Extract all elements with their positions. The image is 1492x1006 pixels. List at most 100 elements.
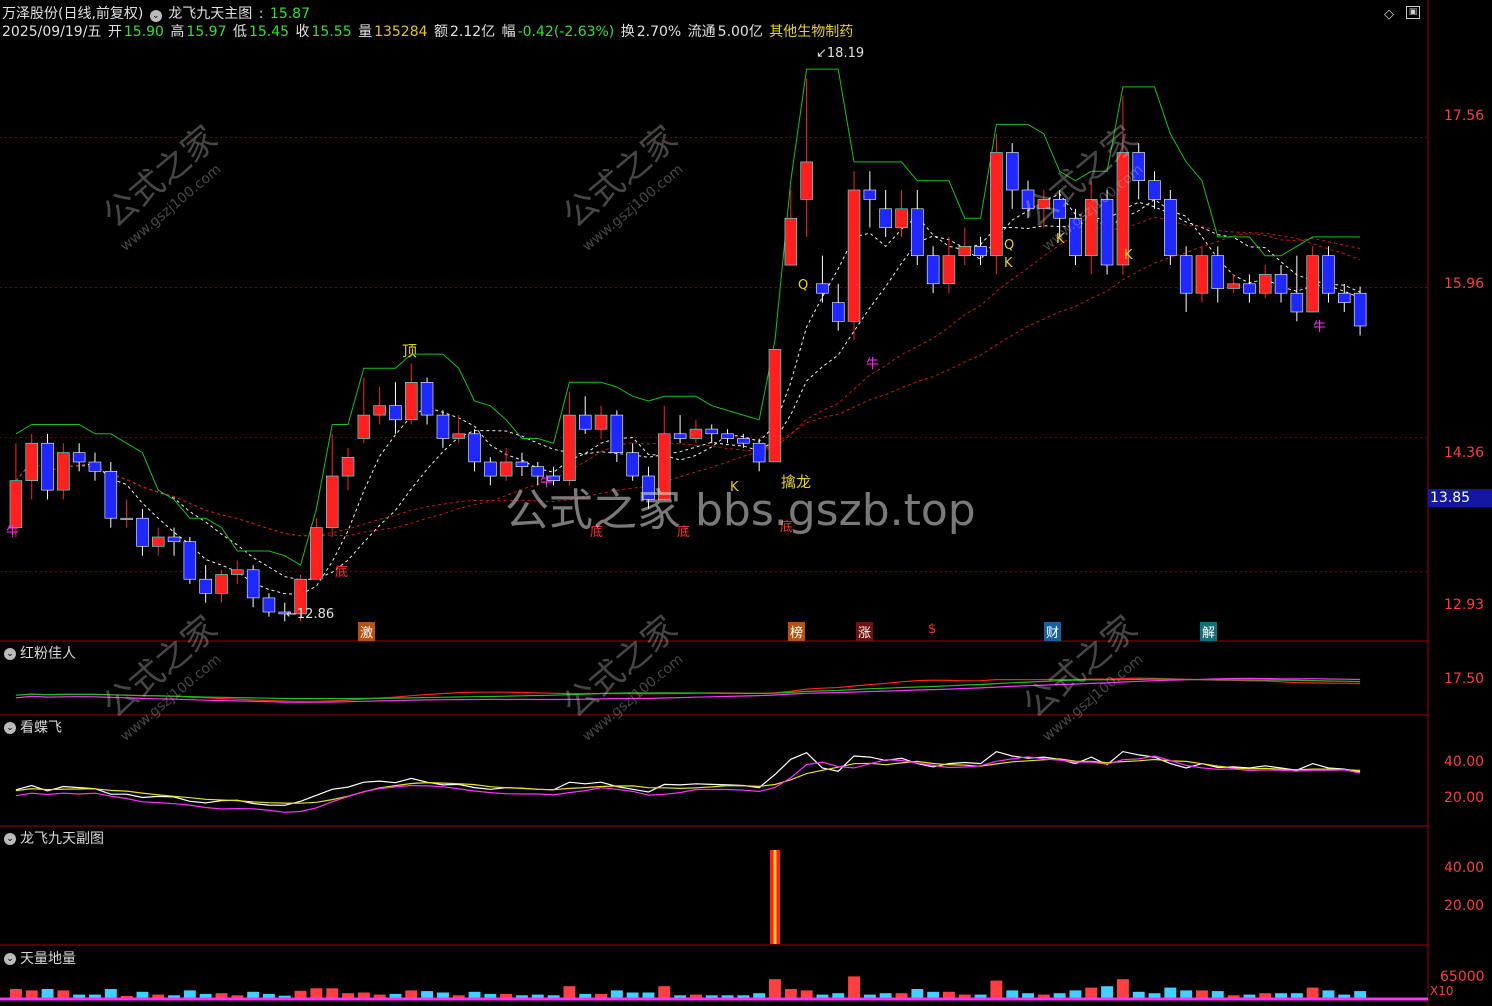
candle-14 (231, 560, 244, 584)
candle-83 (1322, 246, 1335, 303)
volume-label: 量 (358, 24, 373, 40)
window-toggle-icon[interactable]: ▣ (1406, 6, 1420, 19)
volume-bar-53 (848, 976, 860, 1000)
candle-body-74 (1179, 255, 1193, 294)
candle-21 (341, 447, 355, 491)
candle-15 (246, 565, 260, 608)
candle-body-47 (752, 442, 766, 463)
candle-body-29 (468, 433, 481, 463)
candle-body-15 (246, 569, 260, 599)
candle-body-10 (167, 536, 181, 542)
candle-body-58 (926, 255, 940, 285)
candle-16 (262, 593, 276, 617)
candle-body-44 (705, 428, 718, 435)
candle-body-52 (831, 302, 845, 322)
panel-title-2-text: 看蝶飞 (20, 720, 62, 736)
candle-body-61 (974, 246, 987, 257)
candle-78 (1243, 274, 1256, 303)
panel3-y-tick-1: 40.00 (1444, 860, 1485, 876)
candle-body-79 (1259, 274, 1272, 294)
chevron-down-icon[interactable]: ⌄ (4, 953, 16, 965)
candle-body-82 (1306, 255, 1319, 313)
candle-9 (152, 527, 165, 556)
indicator-value: 15.87 (269, 6, 310, 22)
top-signal-label: 顶 (402, 342, 418, 360)
candle-body-43 (689, 428, 703, 439)
candle-body-2 (41, 442, 54, 491)
volume-bar-70 (1117, 979, 1129, 1000)
candle-1 (25, 433, 38, 500)
panel-title-1[interactable]: ⌄ 红粉佳人 (4, 643, 76, 663)
candle-8 (136, 508, 149, 556)
open-label: 开 (107, 24, 122, 40)
panel-title-2[interactable]: ⌄ 看蝶飞 (4, 717, 62, 737)
candle-30 (484, 457, 497, 486)
candle-body-6 (104, 470, 118, 519)
candle-48 (768, 349, 782, 463)
candle-76 (1211, 246, 1225, 303)
candle-53 (847, 171, 861, 341)
candle-body-27 (436, 414, 450, 439)
candle-22 (357, 377, 371, 444)
candle-51 (816, 255, 829, 303)
candle-27 (436, 410, 450, 448)
candle-42 (673, 415, 687, 444)
chevron-down-icon[interactable]: ⌄ (4, 833, 16, 845)
candle-body-76 (1211, 255, 1225, 289)
chart-header-row1: 万泽股份(日线,前复权) ⌄ 龙飞九天主图 : 15.87 (2, 6, 310, 22)
event-tag-3[interactable]: 涨 (856, 622, 874, 641)
candle-body-73 (1164, 199, 1177, 256)
high-price-marker-value: 18.19 (826, 46, 865, 61)
candle-56 (895, 190, 908, 237)
candle-4 (72, 443, 86, 472)
candle-10 (167, 527, 181, 556)
high-price-marker: ↙18.19 (816, 46, 865, 61)
candle-82 (1306, 246, 1319, 313)
event-tag-2[interactable]: 榜 (788, 622, 806, 641)
candle-19 (310, 518, 323, 580)
diamond-icon[interactable]: ◇ (1384, 7, 1394, 22)
event-tag-1[interactable]: 激 (358, 622, 376, 641)
y-tick-4: 12.93 (1444, 597, 1485, 613)
candle-body-85 (1353, 292, 1367, 327)
close-value: 15.55 (311, 24, 352, 40)
candle-body-45 (721, 433, 734, 439)
turnover-value: 2.70% (636, 24, 682, 40)
candle-body-36 (578, 414, 592, 430)
candle-73 (1164, 190, 1177, 266)
indicator-name[interactable]: 龙飞九天主图 (168, 6, 252, 22)
low-label: 低 (232, 24, 247, 40)
panel-title-4[interactable]: ⌄ 天量地量 (4, 948, 76, 968)
candle-body-20 (325, 475, 339, 528)
candle-body-37 (594, 414, 608, 430)
candle-12 (199, 565, 212, 603)
candle-body-81 (1290, 292, 1304, 313)
turnover-label: 换 (620, 24, 635, 40)
candle-body-48 (768, 349, 782, 463)
y-tick-1: 17.56 (1444, 108, 1485, 124)
candle-81 (1290, 255, 1304, 322)
chevron-down-icon[interactable]: ⌄ (4, 648, 16, 660)
panel2-y-tick-2: 20.00 (1444, 790, 1485, 806)
bull-signal-label-1: 牛 (6, 525, 20, 540)
event-tag-4[interactable]: $ (926, 622, 938, 637)
sector-label[interactable]: 其他生物制药 (769, 24, 853, 40)
panel3-signal-bar-core (773, 850, 777, 944)
event-tag-6[interactable]: 解 (1200, 622, 1218, 641)
candle-body-50 (800, 161, 813, 200)
event-tag-5[interactable]: 财 (1044, 622, 1062, 641)
y-tick-3: 14.36 (1444, 445, 1485, 461)
candle-body-63 (1005, 152, 1019, 191)
panel-title-3[interactable]: ⌄ 龙飞九天副图 (4, 828, 104, 848)
candle-body-24 (389, 405, 402, 421)
candle-body-83 (1322, 255, 1335, 294)
candle-35 (563, 391, 576, 486)
y-tick-2: 15.96 (1444, 276, 1485, 292)
candle-body-35 (563, 414, 576, 482)
chevron-down-icon[interactable]: ⌄ (149, 10, 162, 22)
candle-body-54 (863, 189, 877, 200)
stock-name[interactable]: 万泽股份(日线,前复权) (2, 6, 143, 22)
chevron-down-icon[interactable]: ⌄ (4, 722, 16, 734)
candle-72 (1148, 171, 1161, 209)
candle-body-51 (816, 283, 829, 294)
